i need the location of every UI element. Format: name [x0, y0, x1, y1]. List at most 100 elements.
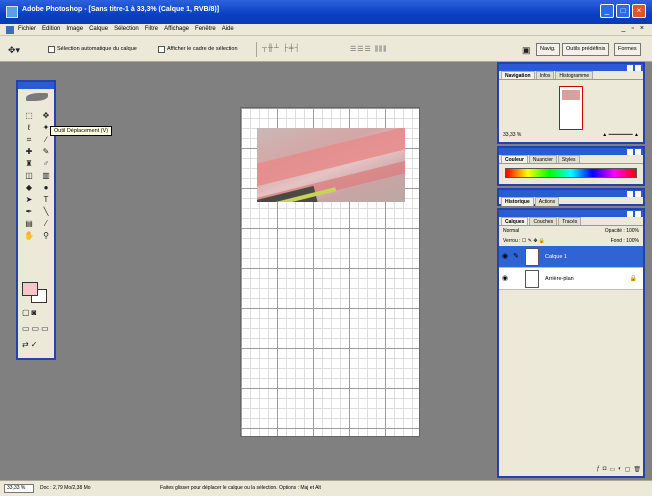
tab-styles[interactable]: Styles	[557, 155, 580, 163]
hand-tool-icon[interactable]: ✋	[22, 230, 36, 241]
navigator-zoom-value[interactable]: 33,33 %	[503, 132, 521, 138]
tab-histogramme[interactable]: Histogramme	[555, 71, 594, 79]
file-browser-icon[interactable]: ▣	[522, 45, 531, 56]
quick-mask-buttons[interactable]: ▢◙	[22, 308, 38, 317]
layer-name[interactable]: Arrière-plan	[545, 276, 574, 282]
color-spectrum[interactable]	[505, 168, 637, 178]
bounding-box-checkbox[interactable]	[158, 46, 165, 53]
menu-fichier[interactable]: Fichier	[18, 26, 36, 32]
tab-calques[interactable]: Calques	[501, 217, 529, 225]
crop-tool-icon[interactable]: ⌗	[22, 134, 36, 145]
menu-calque[interactable]: Calque	[89, 26, 108, 32]
maximize-button[interactable]: □	[616, 4, 630, 18]
panel-minimize-icon[interactable]	[627, 64, 633, 71]
menu-aide[interactable]: Aide	[222, 26, 234, 32]
layer-style-icon[interactable]: ƒ	[596, 466, 599, 474]
eyedropper-icon[interactable]: ⁄	[39, 218, 53, 229]
tab-navigation[interactable]: Navigation	[501, 71, 535, 79]
document-canvas[interactable]	[240, 107, 420, 437]
notes-tool-icon[interactable]: ▤	[22, 218, 36, 229]
screen-mode-buttons[interactable]: ▭▭▭	[22, 324, 51, 333]
panel-close-icon[interactable]	[635, 148, 641, 155]
file-browser-button[interactable]: Navig.	[536, 43, 560, 56]
adjustment-layer-icon[interactable]: ◐	[618, 466, 622, 474]
lock-icons[interactable]: ☐ ✎ ✥ 🔒	[522, 238, 545, 244]
delete-layer-icon[interactable]: 🗑	[633, 466, 641, 474]
panel-title-bar[interactable]	[499, 148, 643, 155]
minimize-button[interactable]: _	[600, 4, 614, 18]
adobe-feather-icon[interactable]	[26, 93, 48, 101]
panel-minimize-icon[interactable]	[627, 210, 633, 217]
panel-title-bar[interactable]	[499, 64, 643, 71]
doc-minimize-button[interactable]: _	[622, 25, 626, 32]
path-select-icon[interactable]: ➤	[22, 194, 36, 205]
menu-fenetre[interactable]: Fenêtre	[195, 26, 216, 32]
fill-field[interactable]: 100%	[626, 238, 639, 244]
history-brush-icon[interactable]: ♂	[39, 158, 53, 169]
document-size[interactable]: Doc : 2,79 Mo/2,38 Mo	[40, 485, 91, 491]
zoom-slider[interactable]: ▲ ━━━━━━━━ ▲	[602, 132, 639, 138]
imageready-jump-icon[interactable]: ⇄✓	[22, 340, 39, 349]
brushes-tab[interactable]: Formes	[614, 43, 641, 56]
clone-stamp-icon[interactable]: ♜	[22, 158, 36, 169]
panel-close-icon[interactable]	[635, 64, 641, 71]
panel-close-icon[interactable]	[635, 190, 641, 197]
zoom-tool-icon[interactable]: ⚲	[39, 230, 53, 241]
zoom-field[interactable]: 33,33 %	[4, 484, 34, 493]
panel-title-bar[interactable]	[499, 190, 643, 197]
tab-actions[interactable]: Actions	[534, 197, 560, 206]
brush-link-icon[interactable]: ✎	[513, 252, 519, 260]
brush-tool-icon[interactable]: ✎	[39, 146, 53, 157]
align-buttons[interactable]: ┬╫┴ ├╪┤	[262, 45, 301, 52]
layer-name[interactable]: Calque 1	[545, 254, 567, 260]
tab-historique[interactable]: Historique	[501, 197, 534, 206]
doc-restore-button[interactable]: ▫	[631, 25, 633, 32]
visibility-eye-icon[interactable]: ◉	[502, 274, 508, 282]
layer-row[interactable]: ◉ Arrière-plan 🔒	[499, 268, 643, 290]
menu-filtre[interactable]: Filtre	[145, 26, 158, 32]
navigator-panel: Navigation Infos Histogramme 33,33 % ▲ ━…	[497, 62, 645, 144]
document-icon[interactable]	[6, 26, 14, 34]
move-tool-icon[interactable]: ✥	[39, 110, 53, 121]
blur-tool-icon[interactable]: ◆	[22, 182, 36, 193]
doc-close-button[interactable]: ×	[640, 25, 644, 32]
menu-edition[interactable]: Edition	[42, 26, 60, 32]
healing-brush-icon[interactable]: ✚	[22, 146, 36, 157]
close-button[interactable]: ×	[632, 4, 646, 18]
tab-couches[interactable]: Couches	[529, 217, 558, 225]
panel-minimize-icon[interactable]	[627, 148, 633, 155]
pen-tool-icon[interactable]: ✒	[22, 206, 36, 217]
navigator-thumbnail[interactable]	[559, 86, 583, 130]
tool-presets-tab[interactable]: Outils prédéfinis	[562, 43, 610, 56]
menu-selection[interactable]: Sélection	[114, 26, 139, 32]
type-tool-icon[interactable]: T	[39, 194, 53, 205]
panel-title-bar[interactable]	[499, 210, 643, 217]
layer-mask-icon[interactable]: ◘	[603, 466, 607, 474]
tab-couleur[interactable]: Couleur	[501, 155, 528, 163]
move-tool-icon[interactable]: ✥▾	[8, 45, 20, 56]
layer-row[interactable]: ◉ ✎ Calque 1	[499, 246, 643, 268]
marquee-tool-icon[interactable]: ⬚	[22, 110, 36, 121]
dodge-tool-icon[interactable]: ●	[39, 182, 53, 193]
menu-image[interactable]: Image	[66, 26, 83, 32]
new-set-icon[interactable]: ▭	[609, 466, 615, 474]
foreground-color-swatch[interactable]	[22, 282, 38, 296]
auto-select-checkbox[interactable]	[48, 46, 55, 53]
gradient-tool-icon[interactable]: ▥	[39, 170, 53, 181]
new-layer-icon[interactable]: ▢	[625, 466, 631, 474]
blend-mode-select[interactable]: Normal	[503, 228, 519, 234]
distribute-buttons[interactable]: ☰☰☰ ⫼⫼⫼	[350, 45, 387, 54]
lasso-tool-icon[interactable]: ℓ	[22, 122, 36, 133]
toolbox-title-bar[interactable]	[18, 82, 54, 89]
tab-traces[interactable]: Tracés	[558, 217, 582, 225]
tab-infos[interactable]: Infos	[535, 71, 555, 79]
pasted-photo-layer[interactable]	[257, 128, 405, 202]
eraser-tool-icon[interactable]: ◫	[22, 170, 36, 181]
panel-minimize-icon[interactable]	[627, 190, 633, 197]
opacity-field[interactable]: 100%	[626, 228, 639, 234]
visibility-eye-icon[interactable]: ◉	[502, 252, 508, 260]
menu-affichage[interactable]: Affichage	[164, 26, 189, 32]
shape-tool-icon[interactable]: ╲	[39, 206, 53, 217]
tab-nuancier[interactable]: Nuancier	[528, 155, 557, 163]
panel-close-icon[interactable]	[635, 210, 641, 217]
